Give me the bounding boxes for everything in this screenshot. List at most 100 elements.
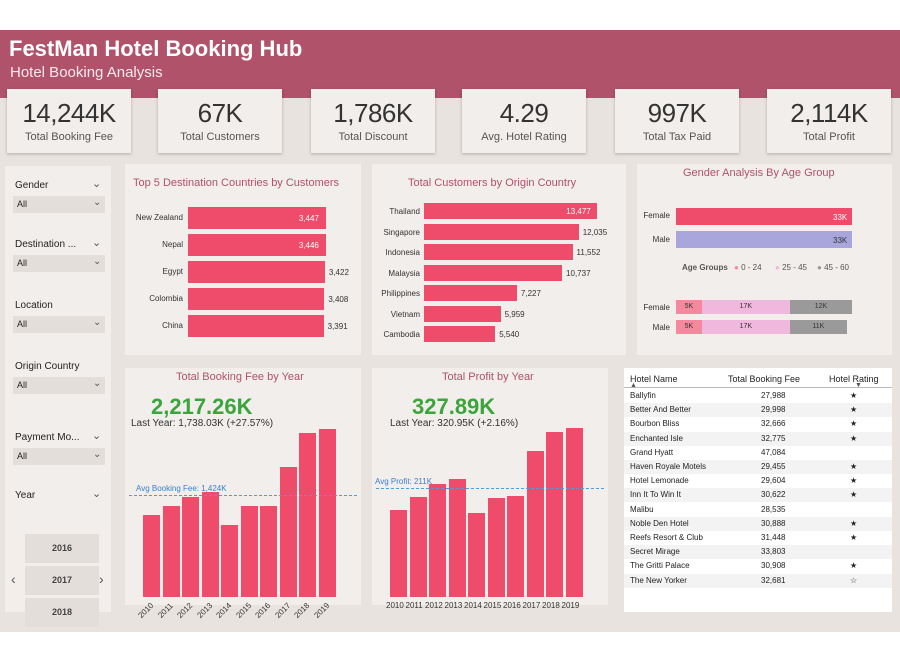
data-label: 3,447 <box>298 214 319 223</box>
table-row: Haven Royale Motels 29,455 ★ <box>624 460 892 474</box>
header-divider <box>624 387 892 388</box>
origin-country-dropdown[interactable]: All ⌄ <box>13 377 105 394</box>
chevron-left-icon[interactable]: ‹ <box>11 571 16 587</box>
filter-pane: Gender ⌄ All ⌄ Destination ... ⌄ All ⌄ L… <box>5 166 111 627</box>
data-label: 12,035 <box>582 227 608 237</box>
chart-title: Top 5 Destination Countries by Customers <box>133 177 340 189</box>
bar <box>424 244 573 260</box>
table-row: Inn It To Win It 30,622 ★ <box>624 488 892 503</box>
year-button-2018[interactable]: 2018 <box>25 598 99 627</box>
booking-fee-cell: 32,775 <box>761 433 786 443</box>
x-tick-label: 2012 <box>175 601 195 620</box>
bar-label: China <box>162 321 183 330</box>
bar <box>143 515 160 597</box>
origin-chart-panel: Total Customers by Origin Country Thaila… <box>372 164 626 355</box>
bar <box>468 513 485 597</box>
bar-label: Malaysia <box>388 268 420 278</box>
star-icon: ★ <box>850 561 858 571</box>
kpi-label: Total Tax Paid <box>642 131 712 143</box>
hotel-name-cell: Bourbon Bliss <box>630 419 680 429</box>
average-line <box>129 494 357 496</box>
table-row: Reefs Resort & Club 31,448 ★ <box>624 531 892 545</box>
hotel-name-cell: Ballyfin <box>630 391 656 400</box>
x-tick-label: 2013 <box>444 601 463 610</box>
slicer-title: Payment Mo... <box>15 432 80 443</box>
star-icon: ★ <box>850 419 858 429</box>
bar <box>318 429 336 597</box>
dropdown-value: All <box>17 199 28 209</box>
kpi-value: 14,244K <box>22 98 116 128</box>
bar <box>390 509 407 597</box>
hotel-name-cell: The Gritti Palace <box>630 561 690 571</box>
x-tick-label: 2010 <box>386 601 404 610</box>
x-tick-label: 2011 <box>405 601 423 610</box>
destination-dropdown[interactable]: All ⌄ <box>13 255 105 272</box>
year-button-2017[interactable]: 2017 <box>25 566 99 595</box>
bar-label: Singapore <box>383 227 420 237</box>
data-label: 7,227 <box>520 289 541 298</box>
bar <box>240 505 258 597</box>
x-tick-label: 2015 <box>483 601 502 610</box>
star-icon: ☆ <box>850 575 858 585</box>
hotel-name-cell: Haven Royale Motels <box>630 462 707 471</box>
bar <box>546 432 563 597</box>
hotel-name-cell: Hotel Lemonade <box>630 476 689 486</box>
booking-fee-cell: 29,998 <box>761 405 786 415</box>
location-dropdown[interactable]: All ⌄ <box>13 316 105 333</box>
booking-fee-cell: 29,455 <box>761 462 786 471</box>
dropdown-value: All <box>17 451 28 461</box>
kpi-card-total-discount: 1,786K Total Discount <box>311 89 435 153</box>
payment-mode-dropdown[interactable]: All ⌄ <box>13 448 105 465</box>
data-label: 3,391 <box>327 322 348 331</box>
stack-segment: 5K <box>676 320 702 334</box>
table-row: Noble Den Hotel 30,888 ★ <box>624 516 892 531</box>
legend-item-25-45: ● 25 - 45 <box>775 263 807 272</box>
column-header-hotel-rating[interactable]: Hotel Rating <box>829 374 879 384</box>
booking-fee-cell: 29,604 <box>761 476 786 486</box>
data-label: 5,959 <box>504 309 525 319</box>
dropdown-value: All <box>17 258 28 268</box>
average-line <box>376 488 604 490</box>
chevron-down-icon[interactable]: ⌄ <box>92 429 101 442</box>
data-label: 5,540 <box>499 330 520 339</box>
gender-dropdown[interactable]: All ⌄ <box>13 196 105 213</box>
chevron-down-icon[interactable]: ⌄ <box>92 177 101 190</box>
gender-value-male: 33K <box>833 236 848 245</box>
year-button-2016[interactable]: 2016 <box>25 534 99 563</box>
chevron-down-icon: ⌄ <box>93 317 102 328</box>
bar <box>260 505 277 597</box>
booking-fee-cell: 28,535 <box>761 504 786 514</box>
legend-item-0-24: ● 0 - 24 <box>734 263 762 272</box>
kpi-card-total-profit: 2,114K Total Profit <box>767 89 891 153</box>
hotel-name-cell: Inn It To Win It <box>630 490 681 500</box>
star-icon: ★ <box>850 476 858 486</box>
gender-value-female: 33K <box>833 213 848 222</box>
average-label: Avg Profit: 211K <box>375 477 433 487</box>
bar-label: Nepal <box>162 240 183 249</box>
stack-segment: 17K <box>701 320 790 334</box>
table-row: The New Yorker 32,681 ☆ <box>624 573 892 588</box>
x-tick-label: 2014 <box>214 601 234 620</box>
table-row: Bourbon Bliss 32,666 ★ <box>624 417 892 432</box>
column-header-total-booking-fee[interactable]: Total Booking Fee <box>728 374 800 384</box>
bar <box>162 505 180 597</box>
chevron-down-icon[interactable]: ⌄ <box>92 236 101 249</box>
hotel-table: Hotel Name Total Booking Fee Hotel Ratin… <box>624 368 892 612</box>
x-tick-label: 2019 <box>561 601 580 610</box>
hotel-name-cell: Secret Mirage <box>630 547 680 557</box>
hotel-name-cell: Reefs Resort & Club <box>630 533 703 542</box>
column-header-hotel-name[interactable]: Hotel Name <box>630 374 678 384</box>
x-tick-label: 2014 <box>464 601 482 610</box>
slicer-title: Origin Country <box>15 361 80 372</box>
bar-label: Indonesia <box>385 248 420 257</box>
chevron-right-icon[interactable]: › <box>99 571 104 587</box>
star-icon: ★ <box>850 405 858 415</box>
bar <box>507 496 524 597</box>
dashboard-subtitle: Hotel Booking Analysis <box>10 64 163 81</box>
chevron-down-icon[interactable]: ⌄ <box>92 487 101 500</box>
legend-label: 25 - 45 <box>782 263 807 272</box>
star-icon: ★ <box>850 533 858 542</box>
bar <box>188 288 325 310</box>
bar <box>526 450 544 597</box>
booking-fee-cell: 33,803 <box>761 547 786 557</box>
